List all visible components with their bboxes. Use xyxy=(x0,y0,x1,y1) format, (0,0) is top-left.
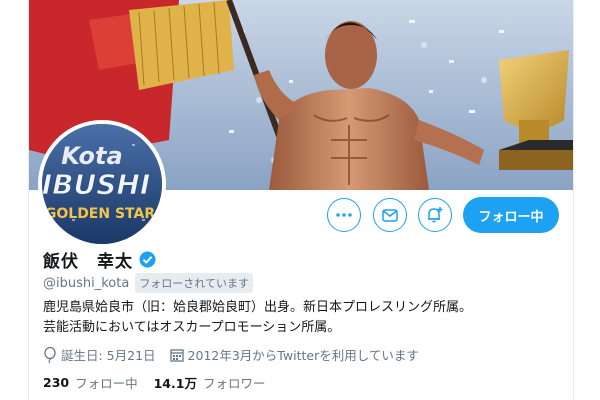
handle: @ibushi_kota xyxy=(43,275,130,291)
birthday-item: 誕生日: 5月21日 xyxy=(43,345,156,364)
bio-line-1: 鹿児島県姶良市（旧：姶良郡姶良町）出身。新日本プロレスリング所属。 xyxy=(43,300,473,315)
bio-line-2: 芸能活動においてはオスカープロモーション所属。 xyxy=(43,320,341,335)
display-name: 飯伏 幸太 xyxy=(43,252,133,272)
bell-plus-icon xyxy=(428,207,443,223)
joined-item: 2012年3月からTwitterを利用しています xyxy=(169,345,419,364)
name-row: 飯伏 幸太 xyxy=(43,247,156,272)
balloon-icon xyxy=(44,346,56,363)
more-button[interactable] xyxy=(327,198,361,232)
more-dots-icon xyxy=(336,213,352,217)
following-label: フォロー中 xyxy=(75,376,138,391)
following-stat[interactable]: 230 フォロー中 xyxy=(43,373,138,392)
message-button[interactable] xyxy=(373,198,407,232)
birthday-text: 誕生日: 5月21日 xyxy=(61,348,156,363)
following-count: 230 xyxy=(43,375,70,390)
handle-row: @ibushi_kota フォローされています xyxy=(43,273,253,293)
profile-meta: 誕生日: 5月21日 2012年3月からTwitterを利用しています xyxy=(43,345,433,364)
followers-label: フォロワー xyxy=(202,376,266,391)
profile-avatar[interactable]: Kota IBUSHI GOLDEN STAR xyxy=(38,120,166,248)
profile-page: Kota IBUSHI GOLDEN STAR フォロー中 飯伏 幸太 @ibu… xyxy=(28,0,574,400)
follows-you-badge: フォローされています xyxy=(135,273,253,293)
avatar-text-top: Kota xyxy=(61,142,122,170)
avatar-text-bottom: GOLDEN STAR xyxy=(45,206,155,222)
notifications-button[interactable] xyxy=(418,198,452,232)
following-button[interactable]: フォロー中 xyxy=(463,197,559,233)
profile-bio: 鹿児島県姶良市（旧：姶良郡姶良町）出身。新日本プロレスリング所属。 芸能活動にお… xyxy=(43,298,553,338)
verified-badge-icon xyxy=(139,251,156,268)
followers-count: 14.1万 xyxy=(153,376,197,391)
envelope-icon xyxy=(382,208,398,222)
avatar-text-mid: IBUSHI xyxy=(42,168,150,201)
followers-stat[interactable]: 14.1万 フォロワー xyxy=(154,373,266,392)
avatar-image: Kota IBUSHI GOLDEN STAR xyxy=(42,124,162,244)
joined-text: 2012年3月からTwitterを利用しています xyxy=(187,348,419,363)
profile-stats: 230 フォロー中 14.1万 フォロワー xyxy=(43,373,281,392)
calendar-icon xyxy=(169,348,184,362)
